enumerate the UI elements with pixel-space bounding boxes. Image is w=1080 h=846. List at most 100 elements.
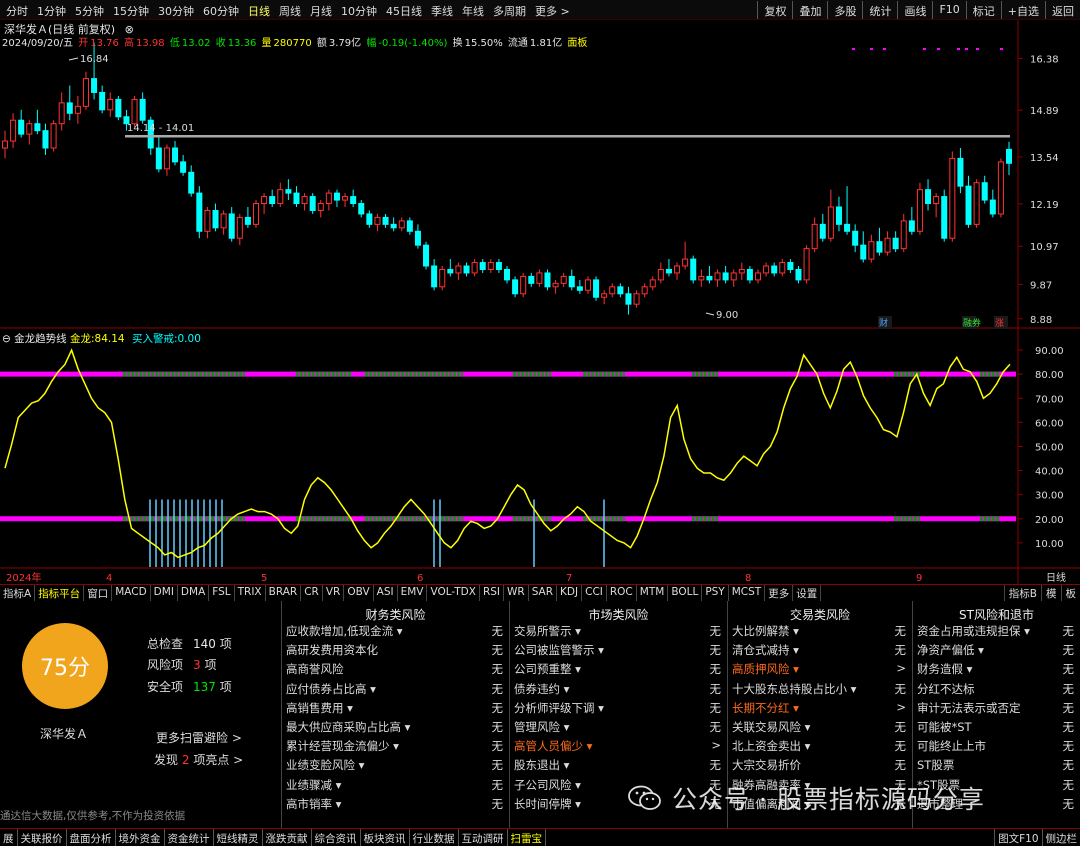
- bottom-right-tab-1[interactable]: 侧边栏: [1041, 829, 1080, 846]
- risk-item[interactable]: 净资产偏低 ▾ 无: [917, 642, 1074, 661]
- bottom-tab-4[interactable]: 资金统计: [165, 829, 214, 846]
- indicator-tab-5[interactable]: DMA: [178, 585, 210, 601]
- risk-item[interactable]: 业绩骤减 ▾ 无: [286, 777, 503, 796]
- risk-item[interactable]: 公司被监管警示 ▾ 无: [514, 642, 721, 661]
- indicator-tab-7[interactable]: TRIX: [235, 585, 266, 601]
- toolbar-button-5[interactable]: F10: [932, 1, 965, 19]
- risk-item[interactable]: 十大股东总持股占比小 ▾ 无: [732, 681, 906, 700]
- indicator-tab-17[interactable]: SAR: [529, 585, 558, 601]
- risk-item[interactable]: 审计无法表示或否定 无: [917, 700, 1074, 719]
- indicator-tab-19[interactable]: CCI: [582, 585, 607, 601]
- toolbar-button-6[interactable]: 标记: [965, 1, 1001, 19]
- indicator-tab-9[interactable]: CR: [301, 585, 323, 601]
- period-13[interactable]: 多周期: [493, 3, 526, 19]
- bottom-tab-3[interactable]: 境外资金: [116, 829, 165, 846]
- period-0[interactable]: 分时: [6, 3, 28, 19]
- risk-item[interactable]: 公司预重整 ▾ 无: [514, 661, 721, 680]
- bottom-tab-9[interactable]: 行业数据: [410, 829, 459, 846]
- indicator-tab-right-1[interactable]: 模: [1041, 585, 1061, 601]
- indicator-name[interactable]: 金龙趋势线: [14, 333, 67, 345]
- highlights-link[interactable]: 发现 2 项亮点 >: [154, 751, 243, 768]
- risk-item[interactable]: ST股票 无: [917, 757, 1074, 776]
- risk-item[interactable]: 可能终止上市 无: [917, 738, 1074, 757]
- period-9[interactable]: 10分钟: [341, 3, 377, 19]
- risk-item[interactable]: 债券违约 ▾ 无: [514, 681, 721, 700]
- risk-item[interactable]: 分红不达标 无: [917, 681, 1074, 700]
- period-11[interactable]: 季线: [431, 3, 453, 19]
- risk-item[interactable]: 最大供应商采购占比高 ▾ 无: [286, 719, 503, 738]
- indicator-tab-13[interactable]: EMV: [398, 585, 428, 601]
- indicator-tab-20[interactable]: ROC: [607, 585, 637, 601]
- risk-item[interactable]: 高销售费用 ▾ 无: [286, 700, 503, 719]
- risk-item[interactable]: 管理风险 ▾ 无: [514, 719, 721, 738]
- risk-item[interactable]: 大宗交易折价 无: [732, 757, 906, 776]
- indicator-tab-24[interactable]: MCST: [729, 585, 766, 601]
- bottom-right-tab-0[interactable]: 图文F10: [994, 829, 1041, 846]
- indicator-tab-25[interactable]: 更多: [765, 585, 794, 601]
- risk-item[interactable]: 高管人员偏少 ▾ >: [514, 738, 721, 757]
- indicator-tab-12[interactable]: ASI: [374, 585, 398, 601]
- bottom-tab-1[interactable]: 关联报价: [18, 829, 67, 846]
- bottom-tab-0[interactable]: 展: [0, 829, 18, 846]
- toolbar-button-3[interactable]: 统计: [862, 1, 897, 19]
- toolbar-button-4[interactable]: 画线: [897, 1, 932, 19]
- indicator-tab-10[interactable]: VR: [323, 585, 345, 601]
- risk-item[interactable]: 资金占用或违规担保 ▾ 无: [917, 623, 1074, 642]
- risk-item[interactable]: 高质押风险 ▾ >: [732, 661, 906, 680]
- risk-item[interactable]: 长期不分红 ▾ >: [732, 700, 906, 719]
- risk-item[interactable]: 高市销率 ▾ 无: [286, 796, 503, 815]
- panel-link[interactable]: 面板: [567, 38, 587, 49]
- bottom-tab-10[interactable]: 互动调研: [459, 829, 508, 846]
- indicator-tab-23[interactable]: PSY: [702, 585, 729, 601]
- indicator-menu-icon[interactable]: ⊖: [2, 333, 11, 345]
- bottom-tab-11[interactable]: 扫雷宝: [508, 829, 546, 846]
- risk-item[interactable]: 关联交易风险 ▾ 无: [732, 719, 906, 738]
- toolbar-button-2[interactable]: 多股: [827, 1, 862, 19]
- indicator-tab-6[interactable]: FSL: [209, 585, 235, 601]
- risk-item[interactable]: 可能被*ST 无: [917, 719, 1074, 738]
- risk-item[interactable]: 高研发费用资本化 无: [286, 642, 503, 661]
- indicator-tab-16[interactable]: WR: [504, 585, 529, 601]
- bottom-tab-6[interactable]: 涨跌贡献: [263, 829, 312, 846]
- indicator-tab-right-0[interactable]: 指标B: [1003, 585, 1041, 601]
- bottom-tab-5[interactable]: 短线精灵: [214, 829, 263, 846]
- period-12[interactable]: 年线: [462, 3, 484, 19]
- bottom-tab-7[interactable]: 综合资讯: [312, 829, 361, 846]
- indicator-tab-right-2[interactable]: 板: [1060, 585, 1080, 601]
- indicator-tab-3[interactable]: MACD: [112, 585, 151, 601]
- period-8[interactable]: 月线: [310, 3, 332, 19]
- indicator-tab-2[interactable]: 窗口: [84, 585, 113, 601]
- period-3[interactable]: 15分钟: [113, 3, 149, 19]
- bottom-tab-8[interactable]: 板块资讯: [361, 829, 410, 846]
- indicator-tab-4[interactable]: DMI: [151, 585, 178, 601]
- indicator-tab-18[interactable]: KDJ: [557, 585, 583, 601]
- indicator-tab-11[interactable]: OBV: [344, 585, 374, 601]
- risk-item[interactable]: 清仓式减持 ▾ 无: [732, 642, 906, 661]
- period-1[interactable]: 1分钟: [37, 3, 66, 19]
- period-2[interactable]: 5分钟: [75, 3, 104, 19]
- period-14[interactable]: 更多 >: [535, 3, 570, 19]
- risk-item[interactable]: 财务造假 ▾ 无: [917, 661, 1074, 680]
- risk-item[interactable]: 大比例解禁 ▾ 无: [732, 623, 906, 642]
- more-scan-link[interactable]: 更多扫雷避险 >: [156, 729, 242, 746]
- risk-item[interactable]: 股东退出 ▾ 无: [514, 757, 721, 776]
- period-6[interactable]: 日线: [248, 3, 270, 19]
- indicator-tab-22[interactable]: BOLL: [668, 585, 703, 601]
- period-10[interactable]: 45日线: [386, 3, 422, 19]
- period-5[interactable]: 60分钟: [203, 3, 239, 19]
- indicator-tab-21[interactable]: MTM: [637, 585, 669, 601]
- risk-item[interactable]: 应收款增加,低现金流 ▾ 无: [286, 623, 503, 642]
- indicator-tab-1[interactable]: 指标平台: [35, 585, 85, 601]
- period-4[interactable]: 30分钟: [158, 3, 194, 19]
- toolbar-button-1[interactable]: 叠加: [792, 1, 827, 19]
- chart-area[interactable]: 16.38 14.89 13.54 12.19 10.97 9.87 8.88 14.14 -…: [0, 20, 1080, 584]
- bottom-tab-2[interactable]: 盘面分析: [67, 829, 116, 846]
- period-7[interactable]: 周线: [279, 3, 301, 19]
- risk-item[interactable]: 北上资金卖出 ▾ 无: [732, 738, 906, 757]
- risk-item[interactable]: 业绩变脸风险 ▾ 无: [286, 757, 503, 776]
- indicator-tab-8[interactable]: BRAR: [266, 585, 302, 601]
- indicator-tab-26[interactable]: 设置: [793, 585, 822, 601]
- indicator-tab-15[interactable]: RSI: [480, 585, 504, 601]
- indicator-tab-0[interactable]: 指标A: [0, 585, 36, 601]
- risk-item[interactable]: 交易所警示 ▾ 无: [514, 623, 721, 642]
